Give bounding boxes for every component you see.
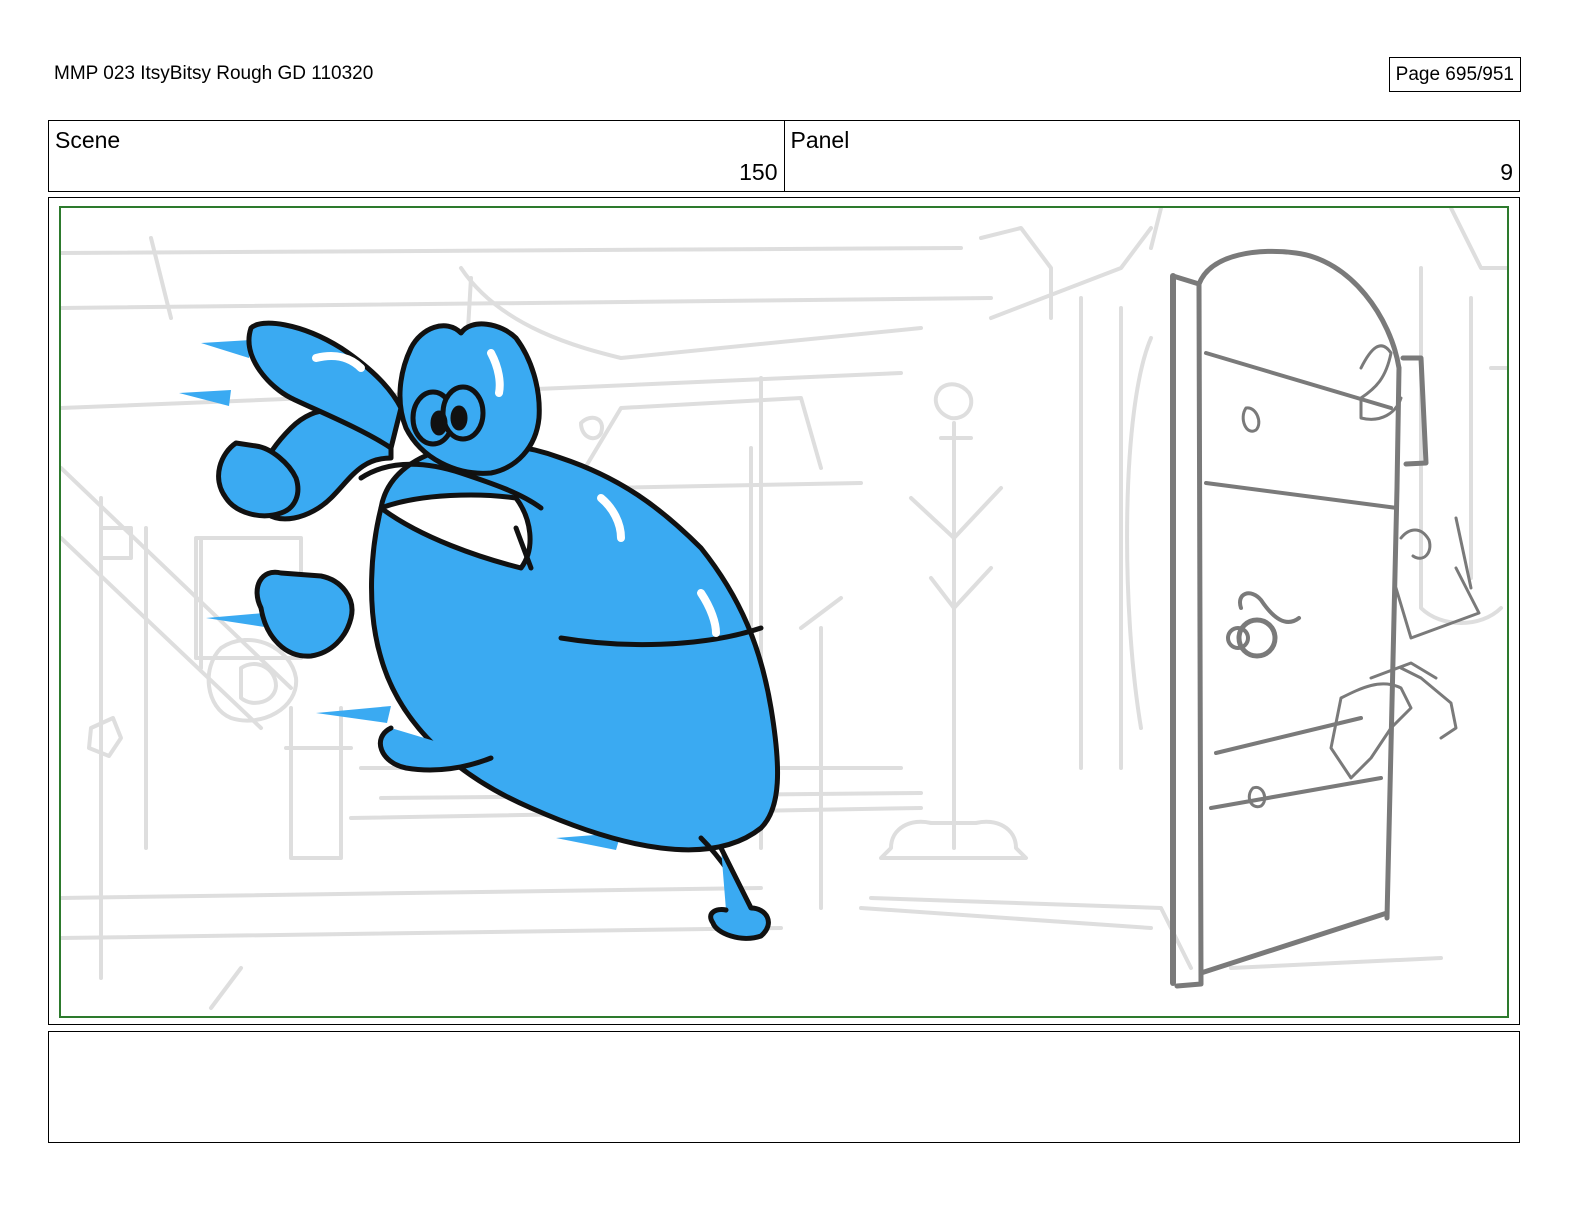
blue-character [179,320,781,941]
storyboard-frame [48,197,1520,1025]
dialogue-notes-box [48,1031,1520,1143]
storyboard-drawing [61,208,1507,1010]
page-number: Page 695/951 [1388,57,1521,92]
scene-number: 150 [739,159,778,185]
document-title: MMP 023 ItsyBitsy Rough GD 110320 [54,63,374,84]
panel-label: Panel [790,127,850,153]
storyboard-artwork [59,206,1509,1018]
scene-cell: Scene 150 [49,121,784,191]
scene-label: Scene [55,127,121,153]
panel-cell: Panel 9 [783,121,1520,191]
scene-panel-header: Scene 150 Panel 9 [48,120,1520,192]
panel-number: 9 [1500,159,1513,185]
